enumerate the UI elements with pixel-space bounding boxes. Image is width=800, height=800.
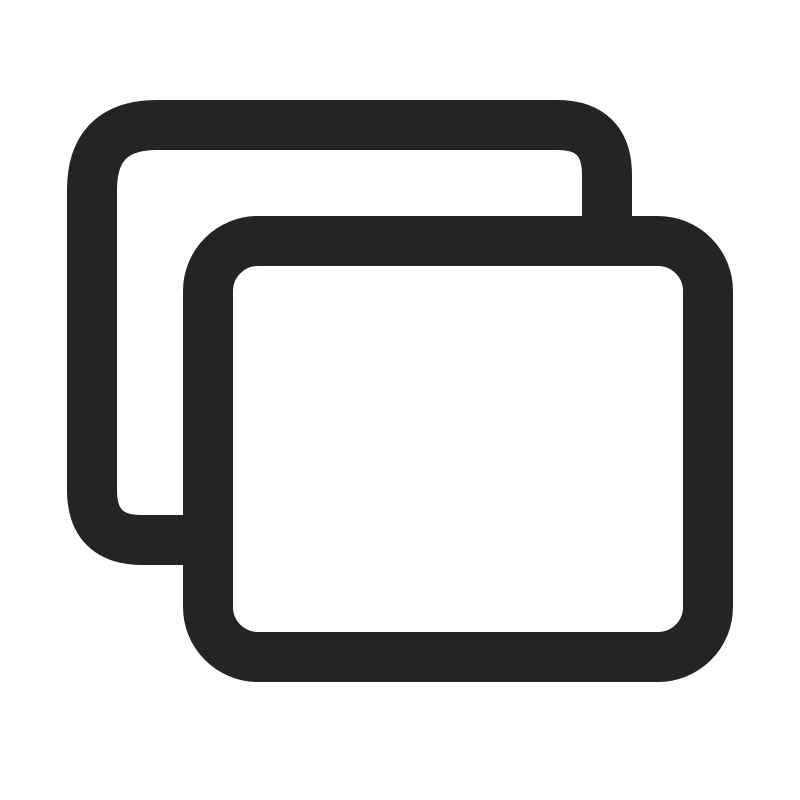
- windows-stack-icon: [67, 100, 733, 682]
- front-window-outline: [183, 216, 733, 682]
- icon-canvas: [0, 0, 800, 800]
